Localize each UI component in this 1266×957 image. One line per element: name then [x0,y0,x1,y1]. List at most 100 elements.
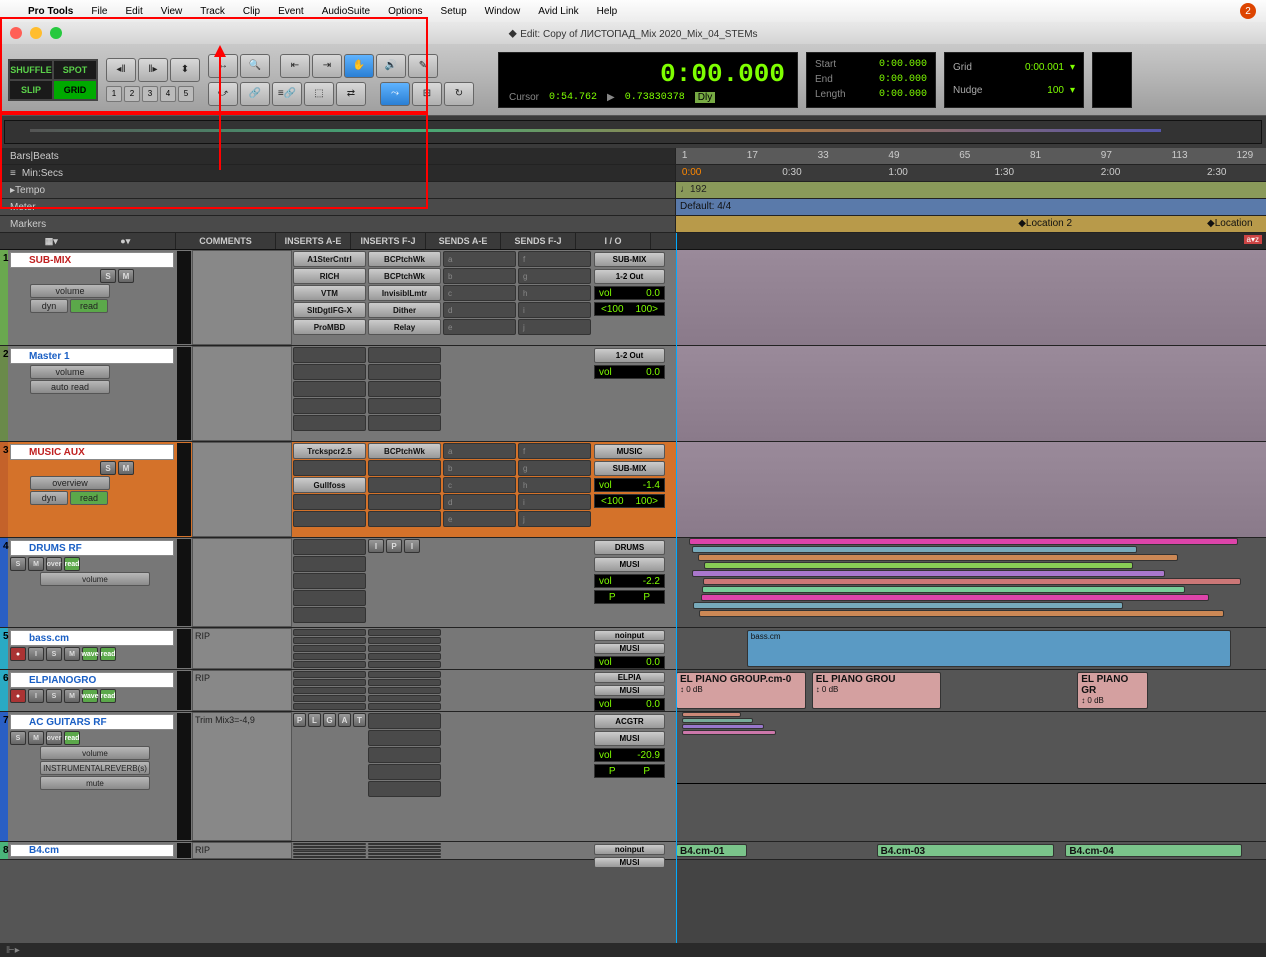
insert-slot[interactable] [293,629,366,636]
menu-window[interactable]: Window [485,6,521,17]
track-menu-overview[interactable]: overview [30,476,110,490]
auto-read[interactable]: read [70,299,108,313]
slip-mode-button[interactable]: SLIP [9,80,53,100]
track-menu-volume[interactable]: volume [30,284,110,298]
insert-slot[interactable] [293,853,366,855]
track-name[interactable]: 4DRUMS RF [10,540,174,556]
zoom-preset-2[interactable]: 2 [124,86,140,102]
track-name[interactable]: 7AC GUITARS RF [10,714,174,730]
insert-btn-L[interactable]: L [308,713,321,727]
menu-avidlink[interactable]: Avid Link [538,6,578,17]
audio-clip[interactable] [682,730,776,735]
track-menu-volume[interactable]: volume [30,365,110,379]
insert-slot[interactable] [293,653,366,660]
insert-slot[interactable] [368,671,441,678]
insert-slot[interactable]: Dither [368,302,441,318]
audio-clip[interactable] [698,554,1179,561]
menu-clip[interactable]: Clip [243,6,260,17]
insert-slot[interactable] [293,398,366,414]
timeline-track[interactable]: B4.cm-01B4.cm-03B4.cm-04 [676,842,1266,860]
insert-slot[interactable]: Relay [368,319,441,335]
menu-setup[interactable]: Setup [441,6,467,17]
track-name[interactable]: 6ELPIANOGRO [10,672,174,688]
track-color-strip[interactable] [0,250,8,345]
insert-btn-P[interactable]: P [293,713,306,727]
insert-btn-I[interactable]: I [368,539,384,553]
insert-slot[interactable] [368,398,441,414]
s-button[interactable]: S [100,461,116,475]
insert-slot[interactable] [293,843,366,845]
send-slot[interactable]: j [518,511,591,527]
zoom-preset-5[interactable]: 5 [178,86,194,102]
timeline-track[interactable] [676,442,1266,538]
auto-read[interactable]: read [70,491,108,505]
insert-btn-P[interactable]: P [386,539,402,553]
track-btn-S[interactable]: S [10,731,26,745]
send-slot[interactable]: b [443,268,516,284]
notification-badge[interactable]: 2 [1240,3,1256,19]
send-slot[interactable]: g [518,268,591,284]
io-slot[interactable]: noinput [594,630,665,641]
tab-to-transient-button[interactable]: ⤻ [208,82,238,106]
track-btn-M[interactable]: M [28,731,44,745]
send-slot[interactable]: e [443,319,516,335]
auto-dyn[interactable]: dyn [30,491,68,505]
grabber-tool-button[interactable]: ✋ [344,54,374,78]
send-slot[interactable]: f [518,443,591,459]
ruler-markers-label[interactable]: Markers [0,216,676,232]
track-comments[interactable]: RIP [192,670,292,711]
insert-slot[interactable] [368,381,441,397]
track-name[interactable]: 3MUSIC AUX [10,444,174,460]
playhead[interactable] [676,233,677,943]
audio-clip[interactable]: EL PIANO GROU↕ 0 dB [812,672,942,709]
audio-clip[interactable] [682,724,765,729]
insert-slot[interactable] [368,415,441,431]
insert-slot[interactable]: ProMBD [293,319,366,335]
audio-clip[interactable]: bass.cm [747,630,1231,667]
ruler-markers[interactable]: ◆Location 2 ◆Location [676,216,1266,232]
track-btn-S[interactable]: S [46,689,62,703]
track-comments[interactable] [192,442,292,537]
track-name[interactable]: 1SUB-MIX [10,252,174,268]
insert-slot[interactable] [293,846,366,848]
io-slot[interactable]: MUSI [594,643,665,654]
io-slot[interactable]: SUB-MIX [594,252,665,267]
audio-clip[interactable] [689,538,1237,545]
audio-clip[interactable]: B4.cm-04 [1065,844,1242,857]
send-slot[interactable]: d [443,302,516,318]
timeline-track[interactable] [676,712,1266,842]
ruler-meter[interactable]: Default: 4/4 [676,199,1266,215]
zoomer-tool-button[interactable]: ↔ [208,54,238,78]
track-comments[interactable]: Trim Mix3=-4,9 [192,712,292,841]
track-btn-S[interactable]: S [10,557,26,571]
ruler-bars[interactable]: 1 17 33 49 65 81 97 113 129 [676,148,1266,164]
trim-tool-button[interactable]: ⇤ [280,54,310,78]
insert-slot[interactable] [293,671,366,678]
zoom-out-h-button[interactable]: ◂‖ [106,58,136,82]
io-slot[interactable]: MUSIC [594,444,665,459]
zoom-preset-4[interactable]: 4 [160,86,176,102]
insert-slot[interactable] [368,494,441,510]
insert-slot[interactable] [368,843,441,845]
track-submenu[interactable]: mute [40,776,150,790]
insert-slot[interactable]: RICH [293,268,366,284]
zoom-tool-button[interactable]: 🔍 [240,54,270,78]
m-button[interactable]: M [118,269,134,283]
audio-clip[interactable] [703,578,1241,585]
insert-slot[interactable] [368,703,441,710]
track-color-strip[interactable] [0,442,8,537]
insert-slot[interactable] [293,679,366,686]
send-slot[interactable]: i [518,494,591,510]
zoom-preset-1[interactable]: 1 [106,86,122,102]
insert-slot[interactable] [368,477,441,493]
insert-slot[interactable] [368,679,441,686]
insert-slot[interactable] [368,846,441,848]
m-button[interactable]: M [118,461,134,475]
insert-slot[interactable] [368,364,441,380]
send-slot[interactable]: h [518,477,591,493]
insert-slot[interactable]: A1SterCntrl [293,251,366,267]
automation-follows-button[interactable]: ⤳ [380,82,410,106]
auto-dyn[interactable]: dyn [30,299,68,313]
insert-slot[interactable]: InvisiblLmtr [368,285,441,301]
track-btn-read[interactable]: read [100,689,116,703]
